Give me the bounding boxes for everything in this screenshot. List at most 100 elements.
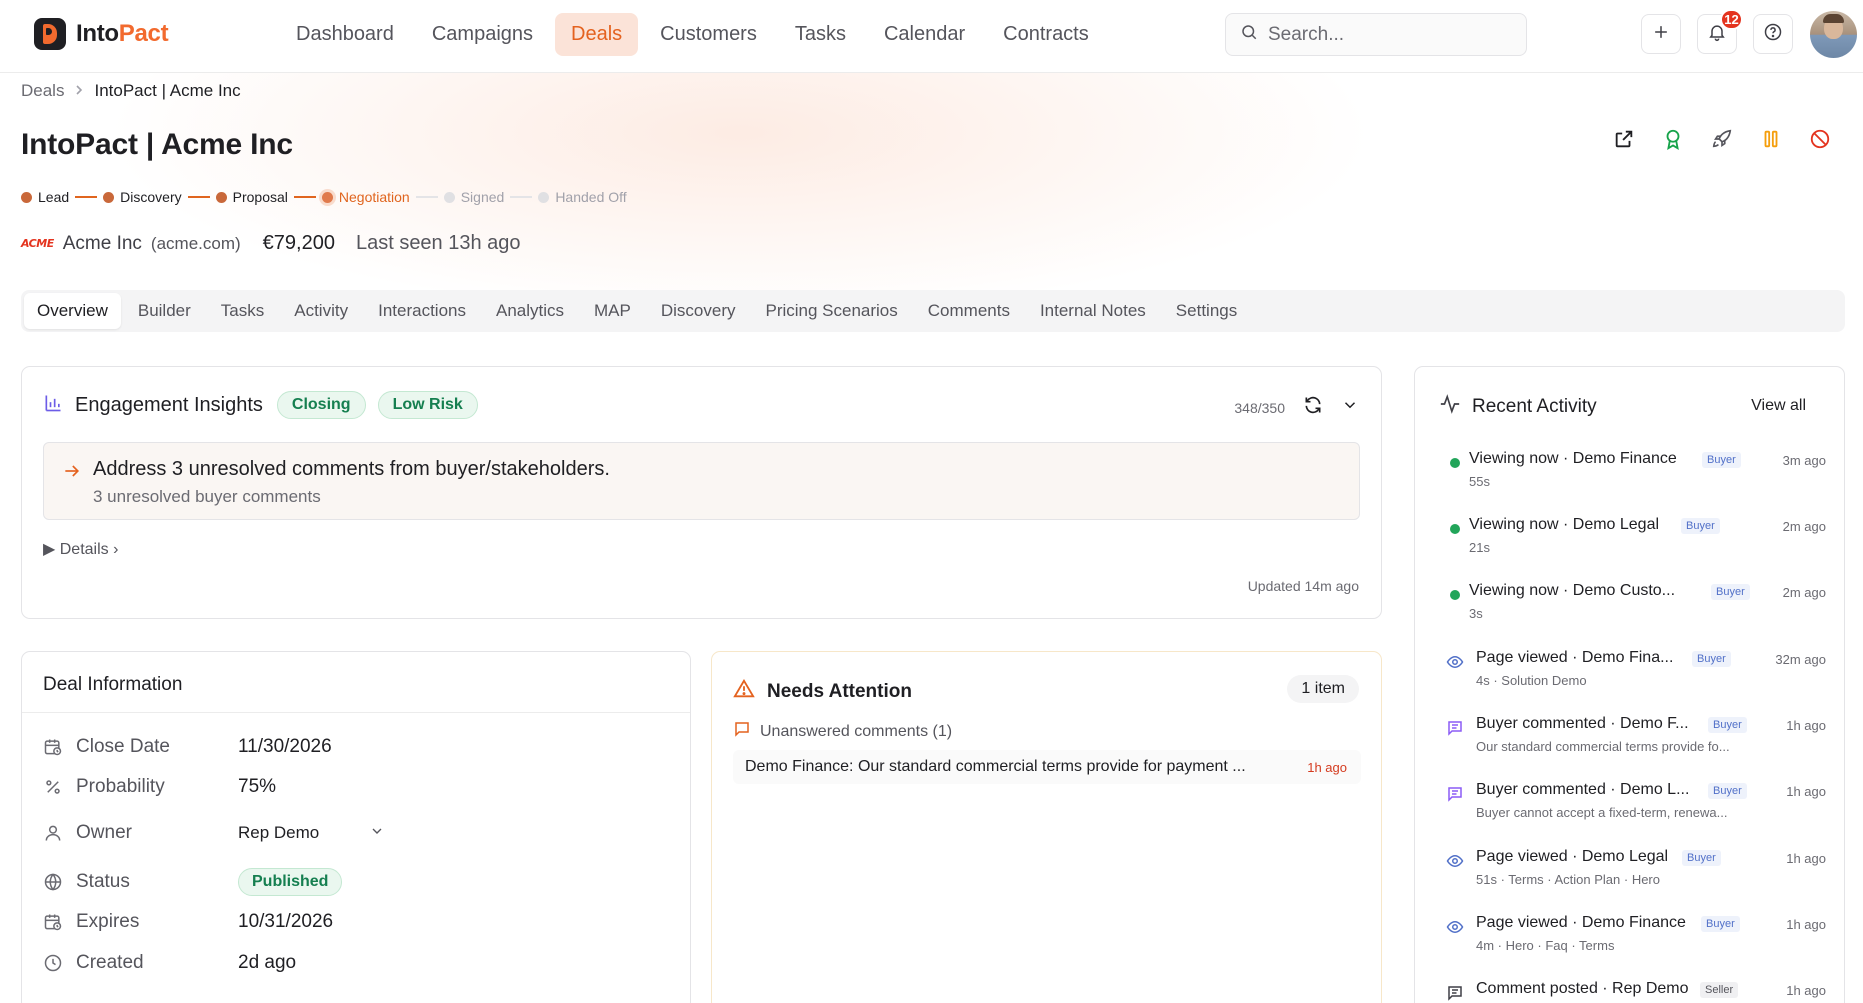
eye-icon [1446, 852, 1464, 870]
search-box [1225, 13, 1527, 56]
tab-analytics[interactable]: Analytics [483, 293, 577, 329]
activity-detail: 4s · Solution Demo [1476, 673, 1587, 688]
stage-connector [293, 196, 316, 198]
close-date-value[interactable]: 11/30/2026 [238, 736, 332, 758]
nav-calendar[interactable]: Calendar [868, 13, 981, 56]
probability-value[interactable]: 75% [238, 776, 276, 798]
create-button[interactable] [1641, 14, 1681, 54]
nav-dashboard[interactable]: Dashboard [280, 13, 410, 56]
owner-select[interactable]: Rep Demo [238, 823, 385, 844]
deal-tabs: Overview Builder Tasks Activity Interact… [21, 290, 1845, 332]
activity-detail: Buyer cannot accept a fixed-term, renewa… [1476, 805, 1728, 820]
mark-won-button[interactable] [1659, 128, 1686, 155]
tab-tasks[interactable]: Tasks [208, 293, 277, 329]
nav-customers[interactable]: Customers [644, 13, 773, 56]
notifications-button[interactable]: 12 [1697, 9, 1743, 54]
help-button[interactable] [1753, 14, 1793, 54]
activity-title: Page viewed · Demo Fina... [1476, 649, 1674, 666]
attention-item[interactable]: Demo Finance: Our standard commercial te… [733, 750, 1361, 784]
brand-logo[interactable]: IntoPact [34, 18, 169, 50]
stage-label: Signed [460, 189, 505, 205]
deal-value: €79,200 [262, 232, 335, 254]
refresh-icon[interactable] [1303, 395, 1323, 420]
activity-title: Buyer commented · Demo L... [1476, 781, 1690, 798]
stage-dot [103, 191, 115, 203]
cancel-deal-button[interactable] [1806, 128, 1833, 155]
engagement-title: Engagement Insights [75, 393, 263, 416]
activity-title: Comment posted · Rep Demo [1476, 980, 1689, 997]
stage-dot [443, 191, 455, 203]
activity-time: 1h ago [1786, 917, 1826, 932]
details-toggle[interactable]: ▶ Details › [43, 539, 118, 559]
stage-connector [415, 196, 438, 198]
message-square-icon [733, 720, 751, 743]
comment-icon [1446, 719, 1464, 737]
deal-actions [1610, 128, 1833, 155]
role-tag: Buyer [1702, 452, 1741, 468]
stage-discovery[interactable]: Discovery [103, 189, 182, 205]
pause-icon [1760, 128, 1782, 155]
message-icon [1446, 984, 1464, 1002]
tab-activity[interactable]: Activity [281, 293, 361, 329]
expires-value[interactable]: 10/31/2026 [238, 911, 333, 933]
tab-map[interactable]: MAP [581, 293, 644, 329]
pause-button[interactable] [1757, 128, 1784, 155]
owner-row: Owner Rep Demo [43, 822, 385, 844]
status-badge: Published [238, 868, 343, 896]
insight-subtitle: 3 unresolved buyer comments [93, 487, 321, 506]
tab-discovery[interactable]: Discovery [648, 293, 749, 329]
view-all-link[interactable]: View all [1751, 397, 1806, 415]
stage-connector [75, 196, 98, 198]
activity-time: 3m ago [1782, 453, 1826, 468]
needs-attention-title: Needs Attention [767, 680, 912, 702]
tab-settings[interactable]: Settings [1163, 293, 1250, 329]
insight-recommendation[interactable]: Address 3 unresolved comments from buyer… [43, 442, 1360, 520]
close-date-row: Close Date 11/30/2026 [43, 736, 332, 758]
user-avatar[interactable] [1810, 11, 1857, 58]
comment-icon [1446, 785, 1464, 803]
stage-signed[interactable]: Signed [443, 189, 505, 205]
help-icon [1763, 22, 1783, 47]
search-input[interactable] [1268, 23, 1508, 46]
notification-count-badge: 12 [1720, 9, 1743, 30]
stage-proposal[interactable]: Proposal [215, 189, 288, 205]
stage-lead[interactable]: Lead [21, 189, 69, 205]
deal-information-title: Deal Information [43, 674, 183, 695]
chevron-down-icon[interactable] [1341, 396, 1359, 419]
stage-handed-off[interactable]: Handed Off [538, 189, 627, 205]
activity-time: 1h ago [1786, 784, 1826, 799]
nav-contracts[interactable]: Contracts [987, 13, 1105, 56]
open-external-button[interactable] [1610, 128, 1637, 155]
company-name[interactable]: Acme Inc [63, 233, 142, 255]
award-icon [1662, 128, 1684, 155]
tab-builder[interactable]: Builder [125, 293, 204, 329]
activity-time: 1h ago [1786, 851, 1826, 866]
user-icon [43, 823, 63, 843]
probability-label: Probability [76, 776, 165, 797]
tab-interactions[interactable]: Interactions [365, 293, 479, 329]
activity-pulse-icon [1439, 393, 1461, 420]
company-summary: ACME Acme Inc (acme.com) €79,200 Last se… [21, 232, 521, 255]
probability-row: Probability 75% [43, 776, 276, 798]
tab-overview[interactable]: Overview [24, 293, 121, 329]
eye-icon [1446, 653, 1464, 671]
attention-item-text: Demo Finance: Our standard commercial te… [745, 758, 1246, 775]
stage-negotiation[interactable]: Negotiation [321, 189, 410, 205]
nav-campaigns[interactable]: Campaigns [416, 13, 549, 56]
calendar-clock-icon [43, 737, 63, 757]
warning-icon [733, 678, 755, 705]
breadcrumb-deals-link[interactable]: Deals [21, 81, 64, 101]
stage-label: Discovery [120, 189, 182, 205]
tab-comments[interactable]: Comments [915, 293, 1023, 329]
launch-button[interactable] [1708, 128, 1735, 155]
tab-internal-notes[interactable]: Internal Notes [1027, 293, 1159, 329]
stage-label: Negotiation [338, 189, 410, 205]
nav-deals[interactable]: Deals [555, 13, 639, 56]
created-label: Created [76, 952, 144, 973]
close-date-label: Close Date [76, 736, 170, 757]
tab-pricing-scenarios[interactable]: Pricing Scenarios [752, 293, 910, 329]
nav-tasks[interactable]: Tasks [779, 13, 862, 56]
role-tag: Seller [1700, 982, 1739, 998]
engagement-controls: 348/350 [1234, 395, 1359, 420]
stage-dot [538, 191, 550, 203]
